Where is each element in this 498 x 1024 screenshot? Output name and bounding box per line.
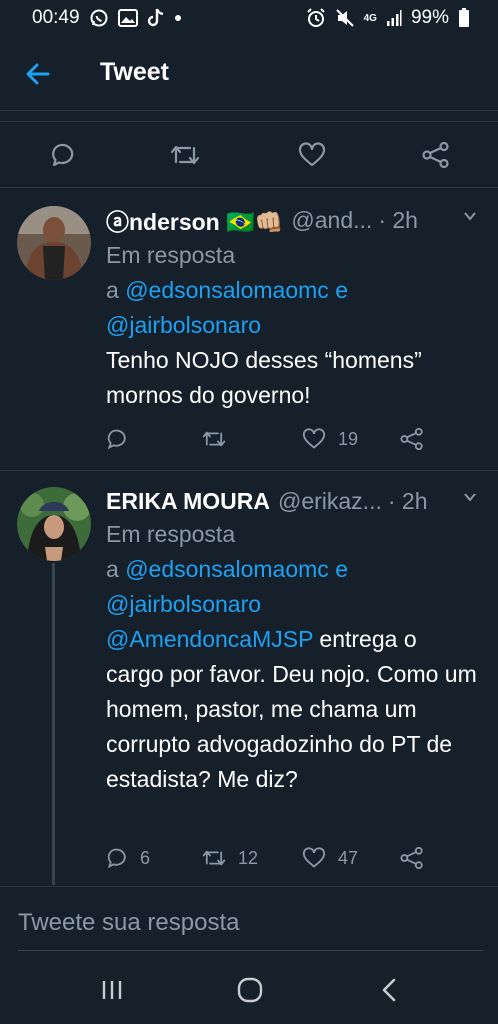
chevron-down-icon[interactable] [462,208,478,224]
page-title: Tweet [100,58,169,86]
tiktok-icon [147,8,165,28]
avatar[interactable] [17,487,91,561]
like-icon [302,847,326,869]
status-left: 00:49 [32,7,182,29]
reply-context: Em resposta a @edsonsalomaomc e @jairbol… [106,238,478,343]
thread-line [52,563,55,885]
status-time: 00:49 [32,7,80,28]
home-icon[interactable] [236,976,264,1004]
reply-a: a [106,556,119,582]
recent-apps-icon[interactable] [98,976,126,1004]
avatar[interactable] [17,206,91,280]
share-icon [400,428,424,450]
author-handle[interactable]: @and... [291,207,372,234]
retweet-icon [202,428,226,450]
mute-icon [335,8,355,28]
gallery-icon [117,9,138,27]
reply-icon [106,428,128,450]
share-button[interactable] [400,847,424,869]
tweet-text: @AmendoncaMJSP entrega o cargo por favor… [106,622,478,797]
share-button[interactable] [400,428,424,450]
reply-and: e [335,277,348,303]
battery-percent: 99% [410,7,449,28]
reply-input[interactable]: Tweete sua resposta [18,900,483,951]
tweet-actions: 19 [106,428,466,460]
share-icon[interactable] [422,142,450,168]
tweet-header: ⓐnderson 🇧🇷👊🏼 @and... · 2h [106,204,478,236]
tweet-actions: 6 12 47 [106,847,466,879]
reply-prefix: Em resposta [106,521,236,547]
reply-button[interactable] [106,428,140,450]
like-button[interactable]: 19 [302,428,358,450]
back-arrow-icon[interactable] [24,60,52,88]
mention-link[interactable]: @edsonsalomaomc [125,277,329,303]
retweet-button[interactable] [202,428,238,450]
reply-icon[interactable] [50,142,76,168]
reply-and: e [335,556,348,582]
retweet-button[interactable]: 12 [202,847,258,869]
system-nav-bar [0,958,498,1024]
reply-count: 6 [140,847,151,868]
mention-link[interactable]: @edsonsalomaomc [125,556,329,582]
reply-a: a [106,277,119,303]
mention-link[interactable]: @jairbolsonaro [106,591,261,617]
like-button[interactable]: 47 [302,847,358,869]
reply-context: Em resposta a @edsonsalomaomc e @jairbol… [106,517,478,622]
signal-icon [386,9,402,27]
back-icon[interactable] [376,976,404,1004]
battery-icon [458,8,470,28]
author-handle[interactable]: @erikaz... [278,488,382,515]
like-icon [302,428,326,450]
tweet-header: ERIKA MOURA @erikaz... · 2h [106,485,478,517]
author-name[interactable]: ⓐnderson 🇧🇷👊🏼 [106,203,283,237]
retweet-icon [202,847,226,869]
retweet-count: 12 [238,847,259,868]
tweet-time: · 2h [378,206,418,233]
tweet-content: Em resposta a @edsonsalomaomc e @jairbol… [106,517,478,797]
tweet-text: Tenho NOJO desses “homens” mornos do gov… [106,347,422,408]
like-count: 47 [338,847,359,868]
status-right: 4G 99% [306,7,470,29]
reply-button[interactable]: 6 [106,847,150,869]
tweet-reply[interactable]: ERIKA MOURA @erikaz... · 2h Em resposta … [0,471,498,886]
tweet-reply[interactable]: ⓐnderson 🇧🇷👊🏼 @and... · 2h Em resposta a… [0,188,498,470]
alarm-icon [306,8,326,28]
tweet-content: Em resposta a @edsonsalomaomc e @jairbol… [106,238,478,413]
like-icon[interactable] [298,142,326,168]
whatsapp-icon [89,8,109,28]
dot-icon [174,14,182,22]
author-name[interactable]: ERIKA MOURA [106,488,270,515]
share-icon [400,847,424,869]
reply-icon [106,847,128,869]
main-tweet-actions [0,122,498,186]
like-count: 19 [338,428,359,449]
mention-link[interactable]: @AmendoncaMJSP [106,626,313,652]
mention-link[interactable]: @jairbolsonaro [106,312,261,338]
divider [0,886,498,887]
header: Tweet [0,36,498,110]
divider [0,110,498,111]
tweet-time: · 2h [387,487,428,514]
network-icon: 4G [363,12,377,24]
retweet-icon[interactable] [170,142,200,168]
reply-prefix: Em resposta [106,242,236,268]
reply-placeholder: Tweete sua resposta [18,909,240,936]
status-bar: 00:49 4G 99% [0,0,498,36]
chevron-down-icon[interactable] [462,489,478,505]
